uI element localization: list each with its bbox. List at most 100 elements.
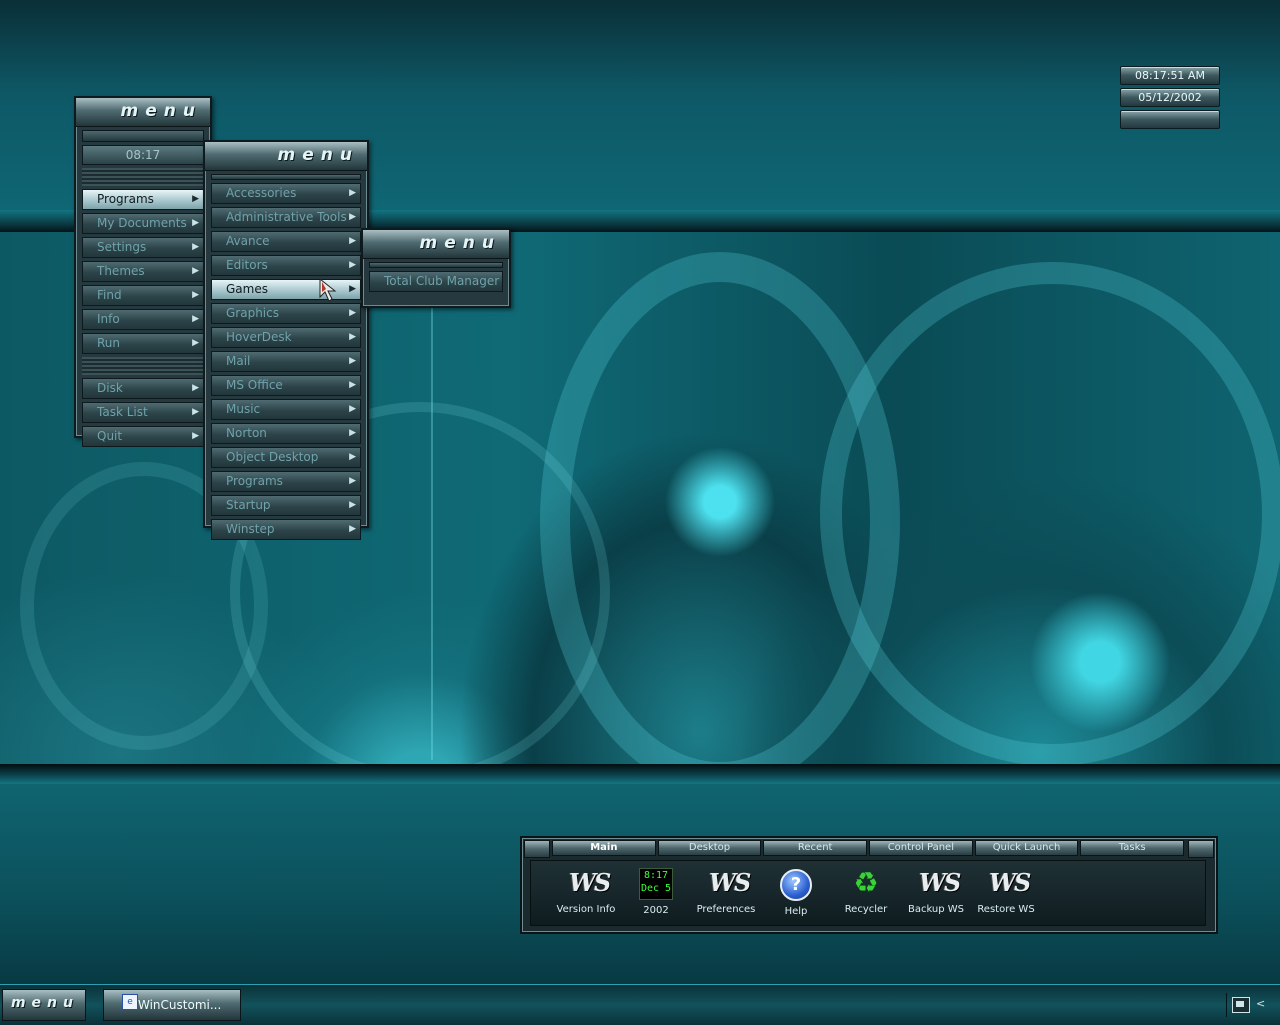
- menu-header-bar: [369, 262, 503, 268]
- menu-item-startup[interactable]: Startup ▶: [211, 495, 361, 516]
- start-menu-logo: menu: [10, 995, 79, 1011]
- dock-left-cap: [524, 840, 550, 858]
- programs-submenu: menu Accessories ▶ Administrative Tools ▶ Av…: [203, 140, 369, 540]
- dock-tab-control-panel[interactable]: Control Panel: [869, 840, 973, 856]
- monitor-icon[interactable]: [1232, 997, 1250, 1013]
- menu-item-disk[interactable]: Disk ▶: [82, 378, 204, 399]
- submenu-arrow-icon: ▶: [349, 212, 356, 222]
- menu-item-accessories[interactable]: Accessories ▶: [211, 183, 361, 204]
- dock-item-version-info[interactable]: WS Version Info: [551, 867, 621, 915]
- calendar-icon: 8:17 Dec 5: [638, 868, 674, 900]
- menu-item-music[interactable]: Music ▶: [211, 399, 361, 420]
- submenu-arrow-icon: ▶: [349, 380, 356, 390]
- submenu-arrow-icon: ▶: [349, 356, 356, 366]
- dock-body: WS Version Info 8:17 Dec 5 2002 WS Preferences…: [530, 860, 1206, 926]
- mouse-cursor-icon: [319, 277, 337, 302]
- tray-expand-icon[interactable]: <: [1256, 997, 1265, 1010]
- dock-item-label: 2002: [643, 905, 669, 916]
- menu-item-programs[interactable]: Programs ▶: [211, 471, 361, 492]
- wallpaper-band-bottom: [0, 764, 1280, 784]
- menu-item-run[interactable]: Run ▶: [82, 333, 204, 354]
- menu-item-avance[interactable]: Avance ▶: [211, 231, 361, 252]
- menu-logo: menu: [419, 233, 501, 253]
- menu-item-label: Disk: [97, 381, 123, 395]
- dock-item-2002[interactable]: 8:17 Dec 5 2002: [621, 867, 691, 916]
- wallpaper-guide-line: [431, 300, 433, 760]
- menu-separator: [82, 168, 204, 186]
- menu-item-my-documents[interactable]: My Documents ▶: [82, 213, 204, 234]
- menu-item-quit[interactable]: Quit ▶: [82, 426, 204, 447]
- menu-item-task-list[interactable]: Task List ▶: [82, 402, 204, 423]
- dock-item-backup-ws[interactable]: WS Backup WS: [901, 867, 971, 915]
- submenu-arrow-icon: ▶: [192, 314, 199, 324]
- menu-logo: menu: [120, 101, 202, 121]
- submenu-arrow-icon: ▶: [192, 290, 199, 300]
- menu-item-label: Task List: [97, 405, 148, 419]
- clock-date: 05/12/2002: [1120, 88, 1220, 107]
- menu-item-object-desktop[interactable]: Object Desktop ▶: [211, 447, 361, 468]
- dock-item-label: Restore WS: [977, 904, 1035, 915]
- submenu-arrow-icon: ▶: [349, 476, 356, 486]
- menu-item-label: Quit: [97, 429, 123, 443]
- submenu-arrow-icon: ▶: [192, 431, 199, 441]
- ws-logo-icon: WS: [989, 868, 1031, 897]
- submenu-arrow-icon: ▶: [349, 260, 356, 270]
- programs-submenu-header: menu: [205, 142, 367, 171]
- menu-item-label: Info: [97, 312, 120, 326]
- menu-logo: menu: [277, 145, 359, 165]
- menu-item-label: Programs: [226, 474, 283, 488]
- start-menu-button[interactable]: menu: [2, 989, 86, 1021]
- menu-item-label: Administrative Tools: [226, 210, 347, 224]
- menu-item-total-club-manager[interactable]: Total Club Manager: [369, 271, 503, 292]
- menu-item-graphics[interactable]: Graphics ▶: [211, 303, 361, 324]
- submenu-arrow-icon: ▶: [349, 404, 356, 414]
- menu-item-label: Programs: [97, 192, 154, 206]
- dock-item-label: Recycler: [844, 904, 888, 915]
- submenu-arrow-icon: ▶: [349, 188, 356, 198]
- menu-item-ms-office[interactable]: MS Office ▶: [211, 375, 361, 396]
- dock-tab-quick-launch[interactable]: Quick Launch: [974, 840, 1079, 856]
- menu-item-administrative-tools[interactable]: Administrative Tools ▶: [211, 207, 361, 228]
- menu-item-themes[interactable]: Themes ▶: [82, 261, 204, 282]
- taskbar-window-button[interactable]: e WinCustomi...: [103, 989, 241, 1021]
- menu-item-winstep[interactable]: Winstep ▶: [211, 519, 361, 540]
- submenu-arrow-icon: ▶: [192, 407, 199, 417]
- menu-item-find[interactable]: Find ▶: [82, 285, 204, 306]
- menu-item-programs[interactable]: Programs ▶: [82, 189, 204, 210]
- calendar-time: 8:17: [643, 870, 669, 881]
- taskbar: menu e WinCustomi... <: [0, 984, 1280, 1025]
- menu-item-label: Norton: [226, 426, 267, 440]
- games-submenu-header: menu: [363, 230, 509, 259]
- menu-item-label: Object Desktop: [226, 450, 319, 464]
- ws-logo-icon: WS: [709, 868, 751, 897]
- menu-item-hoverdesk[interactable]: HoverDesk ▶: [211, 327, 361, 348]
- submenu-arrow-icon: ▶: [349, 428, 356, 438]
- submenu-arrow-icon: ▶: [192, 218, 199, 228]
- dock-tab-recent[interactable]: Recent: [763, 840, 868, 856]
- help-icon: ?: [778, 869, 814, 901]
- menu-item-label: Find: [97, 288, 122, 302]
- dock-item-restore-ws[interactable]: WS Restore WS: [971, 867, 1041, 915]
- menu-item-label: Music: [226, 402, 261, 416]
- dock-item-recycler[interactable]: ♻ Recycler: [831, 866, 901, 916]
- menu-item-mail[interactable]: Mail ▶: [211, 351, 361, 372]
- recycle-icon: ♻: [853, 866, 879, 899]
- menu-item-settings[interactable]: Settings ▶: [82, 237, 204, 258]
- menu-item-label: My Documents: [97, 216, 187, 230]
- system-tray: <: [1226, 991, 1276, 1019]
- dock-item-help[interactable]: ? Help: [761, 867, 831, 917]
- clock-time: 08:17:51 AM: [1120, 66, 1220, 85]
- dock-item-preferences[interactable]: WS Preferences: [691, 867, 761, 915]
- submenu-arrow-icon: ▶: [349, 284, 356, 294]
- menu-item-label: Graphics: [226, 306, 279, 320]
- dock-tab-tasks[interactable]: Tasks: [1080, 840, 1185, 856]
- menu-item-label: Games: [226, 282, 268, 296]
- dock-tab-main[interactable]: Main: [552, 840, 656, 856]
- menu-item-label: Themes: [97, 264, 145, 278]
- menu-item-info[interactable]: Info ▶: [82, 309, 204, 330]
- menu-item-editors[interactable]: Editors ▶: [211, 255, 361, 276]
- dock-tab-desktop[interactable]: Desktop: [657, 840, 762, 856]
- submenu-arrow-icon: ▶: [192, 338, 199, 348]
- menu-item-norton[interactable]: Norton ▶: [211, 423, 361, 444]
- dock-tabs: Main Desktop Recent Control Panel Quick Laun…: [552, 840, 1186, 856]
